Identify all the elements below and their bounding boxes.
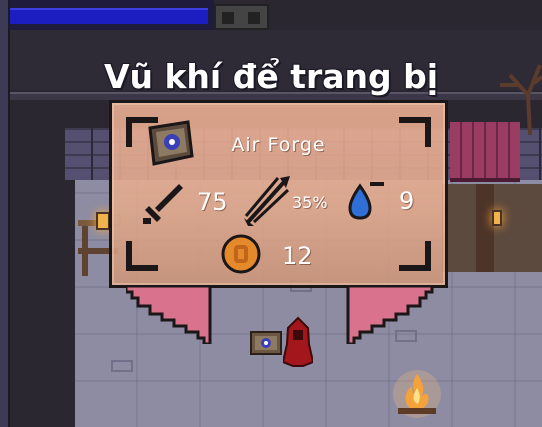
house-post <box>476 184 494 272</box>
health-bar-fill <box>0 8 208 24</box>
health-bar-notch <box>222 12 234 24</box>
gold-coin-icon <box>221 234 261 274</box>
lantern-icon <box>492 210 502 226</box>
red-hooded-player[interactable] <box>283 316 313 368</box>
panel-corner <box>126 241 158 271</box>
price-value: 12 <box>282 242 313 270</box>
floor-tile <box>111 360 133 372</box>
health-bar <box>0 0 214 30</box>
damage-value: 75 <box>197 188 228 216</box>
popup-title: Vũ khí để trang bị <box>103 57 439 96</box>
spellbook-icon[interactable] <box>249 328 283 358</box>
panel-corner <box>399 241 431 271</box>
weapon-name: Air Forge <box>231 134 326 156</box>
village-house <box>440 112 542 272</box>
campfire-icon <box>393 370 441 418</box>
crit-chance-value: 35% <box>292 193 328 212</box>
health-bar-cap <box>214 4 269 30</box>
sword-icon <box>143 184 183 224</box>
panel-pointer-right <box>342 286 434 344</box>
water-drop-icon <box>348 182 384 220</box>
multi-arrow-icon <box>244 176 290 226</box>
health-bar-notch <box>248 12 260 24</box>
lantern-icon <box>96 212 110 230</box>
mana-cost-value: 9 <box>399 187 415 215</box>
panel-pointer-left <box>126 286 212 344</box>
